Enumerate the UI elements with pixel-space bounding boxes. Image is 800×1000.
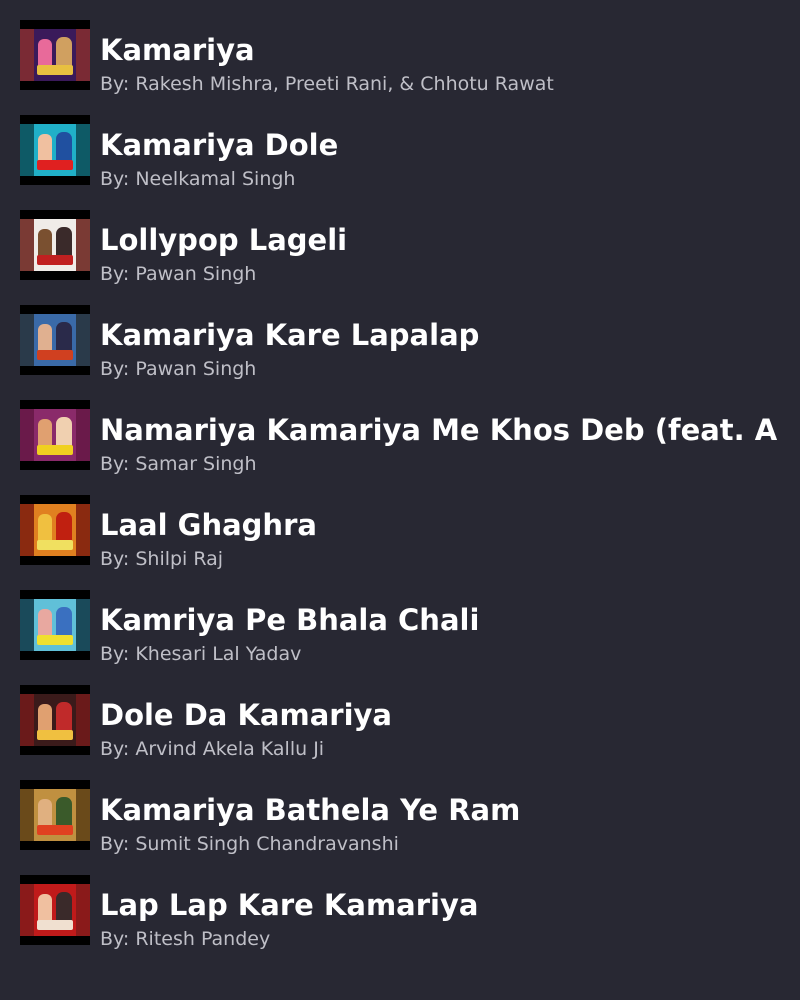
song-item[interactable]: Lollypop Lageli By: Pawan Singh [0,210,800,305]
album-art-poster [34,219,76,271]
album-art-thumbnail [20,685,90,755]
album-art-thumbnail [20,400,90,470]
album-art-thumbnail [20,875,90,945]
song-item[interactable]: Dole Da Kamariya By: Arvind Akela Kallu J… [0,685,800,780]
song-item[interactable]: Kamariya Dole By: Neelkamal Singh [0,115,800,210]
song-item[interactable]: Lap Lap Kare Kamariya By: Ritesh Pandey [0,875,800,970]
album-art-thumbnail [20,495,90,565]
song-title: Kamariya [100,33,255,67]
song-list: Kamariya By: Rakesh Mishra, Preeti Rani, … [0,20,800,970]
song-item[interactable]: Namariya Kamariya Me Khos Deb (feat. A By… [0,400,800,495]
album-art-poster [34,789,76,841]
album-art-poster [34,29,76,81]
song-artist: By: Neelkamal Singh [100,168,296,190]
album-art-image [20,219,90,271]
song-title: Kamariya Dole [100,128,339,162]
song-item[interactable]: Kamariya By: Rakesh Mishra, Preeti Rani, … [0,20,800,115]
album-art-thumbnail [20,590,90,660]
song-title: Namariya Kamariya Me Khos Deb (feat. A [100,413,778,447]
album-art-image [20,314,90,366]
album-art-image [20,789,90,841]
album-art-image [20,409,90,461]
song-title: Lap Lap Kare Kamariya [100,888,479,922]
album-art-poster [34,599,76,651]
song-artist: By: Pawan Singh [100,358,257,380]
album-art-poster [34,694,76,746]
song-title: Dole Da Kamariya [100,698,392,732]
album-art-poster [34,884,76,936]
song-title: Kamariya Bathela Ye Ram [100,793,521,827]
song-artist: By: Samar Singh [100,453,257,475]
album-art-thumbnail [20,305,90,375]
album-art-image [20,599,90,651]
song-artist: By: Shilpi Raj [100,548,224,570]
album-art-poster [34,504,76,556]
album-art-image [20,504,90,556]
song-item[interactable]: Kamariya Kare Lapalap By: Pawan Singh [0,305,800,400]
song-item[interactable]: Laal Ghaghra By: Shilpi Raj [0,495,800,590]
album-art-image [20,29,90,81]
song-title: Lollypop Lageli [100,223,348,257]
song-artist: By: Sumit Singh Chandravanshi [100,833,399,855]
album-art-poster [34,124,76,176]
album-art-poster [34,409,76,461]
song-artist: By: Ritesh Pandey [100,928,271,950]
song-title: Kamariya Kare Lapalap [100,318,480,352]
song-item[interactable]: Kamriya Pe Bhala Chali By: Khesari Lal Ya… [0,590,800,685]
song-title: Laal Ghaghra [100,508,317,542]
album-art-poster [34,314,76,366]
album-art-thumbnail [20,115,90,185]
song-artist: By: Khesari Lal Yadav [100,643,302,665]
album-art-thumbnail [20,210,90,280]
album-art-image [20,694,90,746]
song-artist: By: Rakesh Mishra, Preeti Rani, & Chhotu… [100,73,554,95]
song-item[interactable]: Kamariya Bathela Ye Ram By: Sumit Singh C… [0,780,800,875]
album-art-thumbnail [20,20,90,90]
album-art-thumbnail [20,780,90,850]
song-artist: By: Arvind Akela Kallu Ji [100,738,325,760]
song-title: Kamriya Pe Bhala Chali [100,603,480,637]
song-artist: By: Pawan Singh [100,263,257,285]
album-art-image [20,124,90,176]
album-art-image [20,884,90,936]
